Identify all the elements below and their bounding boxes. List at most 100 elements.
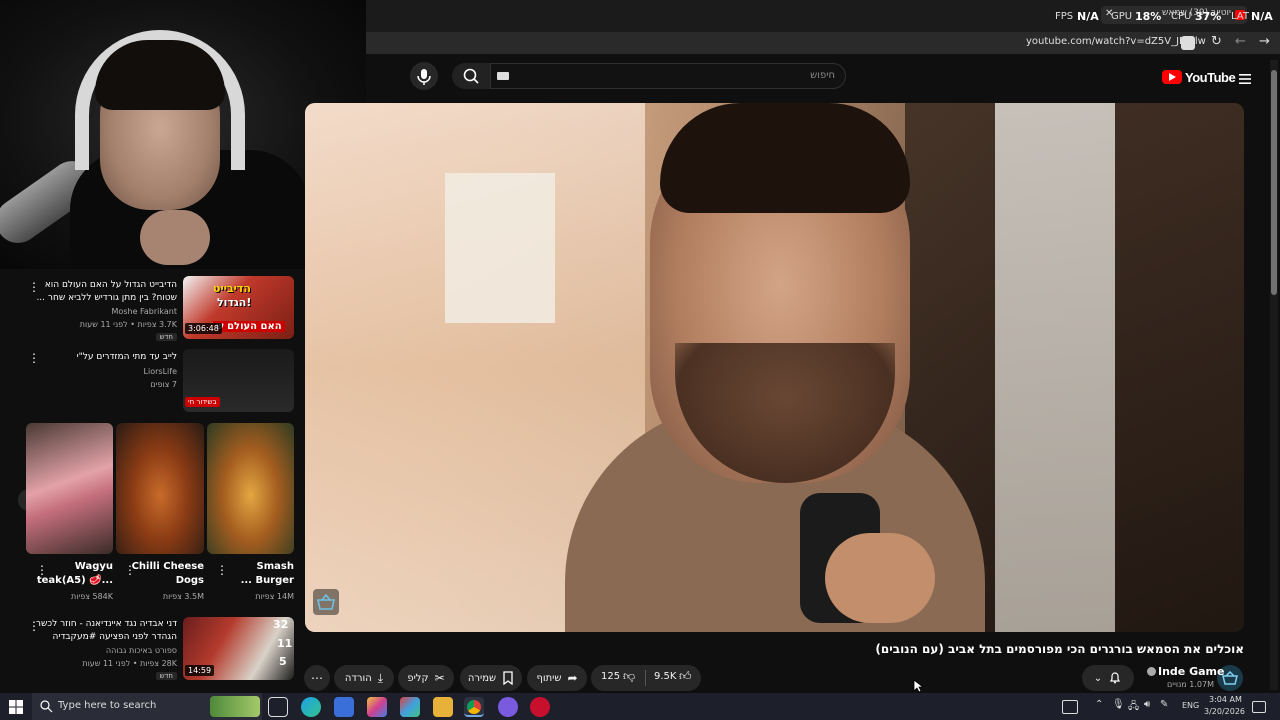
thumb-text-3: האם העולם ש (213, 321, 285, 332)
chrome-taskbar-slot[interactable] (464, 697, 484, 717)
microphone-icon (417, 69, 431, 85)
taskbar-search-box[interactable]: Type here to search (32, 693, 262, 720)
windows-taskbar: Type here to search ⌃ 🎙︎ 🖧︎ 🔊︎ ✎ ENG 3:0… (0, 693, 1280, 720)
url-field[interactable]: youtube.com/watch?v=dZ5V_JFUjlw (1026, 36, 1206, 47)
recording-app-icon[interactable] (530, 697, 550, 717)
score-mid: 11 (277, 637, 293, 650)
clip-label: קליפ (407, 672, 429, 684)
dislike-icon[interactable]: 👎︎ (623, 669, 635, 684)
duration-badge: 3:06:48 (185, 323, 222, 334)
short-views: 3.5M צפיות (162, 592, 204, 601)
youtube-header: חיפוש YouTube (366, 54, 1280, 100)
mouse-cursor-icon (913, 679, 923, 693)
video-meta: 7 צופים (150, 380, 177, 389)
video-title: אוכלים את הסמאש בורגרים הכי מפורסמים בתל… (875, 642, 1244, 656)
discord-icon[interactable] (498, 697, 518, 717)
subscribe-bell-button[interactable]: ⌄ (1082, 665, 1134, 691)
share-label: שיתוף (536, 672, 562, 684)
video-channel[interactable]: LiorsLife (144, 367, 177, 376)
video-thumbnail[interactable]: 32 11 5 14:59 (183, 617, 294, 680)
scrollbar-thumb[interactable] (1271, 70, 1277, 295)
like-icon[interactable]: 👍︎ (679, 669, 692, 684)
back-icon[interactable]: ← (1235, 34, 1246, 49)
video-title-line2: הגהדר לפני הפציעה #מעקבדיה (52, 632, 177, 642)
short-views: 584K צפיות (70, 592, 113, 601)
cpu-value: 37% (1195, 10, 1222, 23)
video-title-line2: שטוח? בין מתן גורדיש ללביא שחר ... (36, 293, 177, 303)
more-options-icon[interactable]: ⋮ (28, 280, 40, 294)
related-video-1[interactable]: ⋮ הדיבייט הגדול על האם העולם הוא שטוח? ב… (0, 276, 305, 342)
share-button[interactable]: שיתוף ➦ (527, 665, 587, 691)
voice-search-button[interactable] (410, 62, 438, 90)
bell-icon (1110, 672, 1121, 684)
streamer-hands (140, 210, 210, 265)
video-meta: 28K צפיות • לפני 11 שעות (82, 659, 177, 668)
forward-icon[interactable]: → (1259, 34, 1270, 49)
short-views: 14M צפיות (255, 592, 294, 601)
edge-browser-icon[interactable] (301, 697, 321, 717)
site-settings-icon[interactable] (1181, 36, 1195, 50)
chevron-down-icon: ⌄ (1093, 672, 1103, 684)
fps-label: FPS (1055, 11, 1074, 22)
copilot-icon[interactable] (367, 697, 387, 717)
search-input[interactable]: חיפוש (490, 63, 846, 89)
video-meta: 3.7K צפיות • לפני 11 שעות (79, 320, 177, 329)
windows-start-icon[interactable] (9, 700, 23, 714)
input-language[interactable]: ENG (1182, 701, 1199, 710)
file-explorer-icon[interactable] (433, 697, 453, 717)
clip-button[interactable]: קליפ ✂ (398, 665, 454, 691)
volume-icon[interactable]: 🔊︎ (1144, 699, 1150, 710)
clock-date[interactable]: 3/20/2026 (1204, 707, 1245, 716)
search-button[interactable] (452, 63, 490, 89)
short-title-line2: teak(A5) 🥩... (36, 575, 113, 586)
short-title-line1: Chilli Cheese (131, 561, 204, 572)
video-thumbnail[interactable]: בשידור חי (183, 349, 294, 412)
share-icon: ➦ (567, 671, 578, 685)
related-video-3[interactable]: ⋮ דני אבדיה נגד איינדיאנה - חוזר לכשר הג… (0, 617, 305, 687)
video-player[interactable] (305, 103, 1244, 632)
keyboard-layout-icon[interactable] (1062, 700, 1078, 714)
more-options-icon[interactable]: ⋮ (28, 351, 40, 365)
pen-icon[interactable]: ✎ (1160, 699, 1168, 710)
show-hidden-icons-icon[interactable]: ⌃ (1095, 699, 1103, 710)
store-icon[interactable] (334, 697, 354, 717)
new-badge: חדש (155, 672, 177, 680)
notification-center-icon[interactable] (1252, 701, 1266, 713)
video-channel[interactable]: Moshe Fabrikant (112, 307, 177, 316)
related-sidebar: ⋮ הדיבייט הגדול על האם העולם הוא שטוח? ב… (0, 269, 305, 693)
network-icon[interactable]: 🖧︎ (1128, 699, 1139, 716)
more-actions-button[interactable]: ⋯ (304, 665, 330, 691)
live-badge: בשידור חי (185, 397, 220, 407)
mic-tray-icon[interactable]: 🎙︎ (1112, 699, 1125, 710)
search-icon (40, 700, 53, 713)
reload-icon[interactable]: ↻ (1211, 34, 1222, 49)
download-icon: ⤓ (377, 670, 384, 685)
youtube-logo[interactable]: YouTube (1162, 68, 1236, 86)
video-thumbnail[interactable]: הדיבייט הגדול! האם העולם ש 3:06:48 (183, 276, 294, 339)
short-thumbnail-wagyu[interactable] (26, 423, 113, 554)
new-badge: חדש (155, 333, 177, 341)
video-title-line1: דני אבדיה נגד איינדיאנה - חוזר לכשר (35, 619, 177, 629)
clock-time[interactable]: 3:04 AM (1209, 695, 1242, 704)
short-thumbnail-chilli[interactable] (116, 423, 204, 554)
shorts-shelf: ‹ ⋮ Wagyu teak(A5) 🥩... 584K צפיות ⋮ Chi… (0, 423, 305, 608)
video-channel[interactable]: ספורט באיכות גבוהה (106, 646, 177, 655)
more-horizontal-icon: ⋯ (311, 671, 323, 685)
save-button[interactable]: שמירה (460, 665, 522, 691)
menu-button[interactable] (1239, 70, 1251, 84)
download-button[interactable]: הורדה ⤓ (334, 665, 394, 691)
short-title-line1: Wagyu (74, 561, 113, 572)
shopping-basket-button[interactable] (313, 589, 339, 615)
duration-badge: 14:59 (185, 665, 215, 676)
m365-icon[interactable] (400, 697, 420, 717)
short-thumbnail-smash[interactable] (207, 423, 294, 554)
page-scrollbar[interactable] (1270, 60, 1278, 690)
task-view-icon[interactable] (268, 697, 288, 717)
gpu-label: GPU (1111, 11, 1133, 22)
like-dislike-group: 125 👎︎ 9.5K 👍︎ (591, 665, 701, 691)
more-options-icon[interactable]: ⋮ (216, 563, 228, 577)
channel-name[interactable]: Inde Game (1158, 665, 1224, 678)
keyboard-icon[interactable] (497, 72, 509, 80)
bookmark-icon (503, 671, 513, 685)
related-video-2[interactable]: ⋮ לייב עד מתי המזדרים על"י LiorsLife 7 צ… (0, 349, 305, 415)
